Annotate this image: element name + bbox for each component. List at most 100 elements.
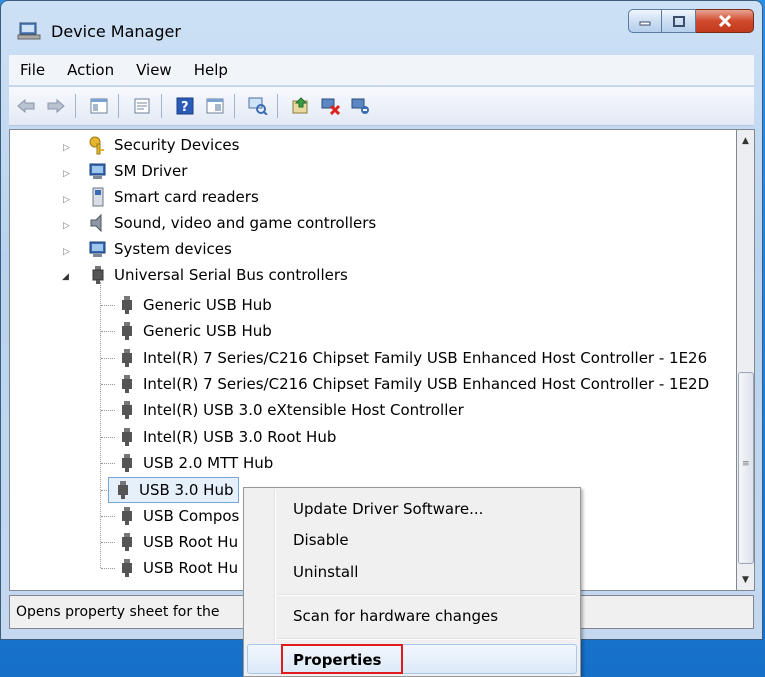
tree-item-usb-child[interactable]: USB 2.0 MTT Hub (117, 451, 273, 475)
usb-device-icon (113, 480, 133, 500)
tree-item-label: Intel(R) USB 3.0 Root Hub (143, 428, 337, 446)
properties-icon[interactable] (129, 93, 155, 119)
tree-item-security-devices[interactable]: Security Devices (88, 133, 239, 157)
tree-item-smart-card-readers[interactable]: Smart card readers (88, 185, 259, 209)
usb-device-icon (117, 532, 137, 552)
scroll-down-icon[interactable]: ▼ (737, 571, 754, 588)
show-hide-tree-icon[interactable] (86, 93, 112, 119)
scrollbar-thumb[interactable]: ≡ (738, 372, 754, 564)
tree-connector (101, 463, 115, 464)
tree-item-label: USB 3.0 Hub (139, 481, 234, 499)
menu-separator (278, 638, 576, 640)
toolbar-separator (161, 94, 162, 118)
toolbar-separator (277, 94, 278, 118)
menu-bar: File Action View Help (9, 55, 754, 85)
tree-item-label: Generic USB Hub (143, 322, 272, 340)
tree-item-sound-video[interactable]: Sound, video and game controllers (88, 211, 376, 235)
tree-item-label: Intel(R) USB 3.0 eXtensible Host Control… (143, 401, 464, 419)
tree-item-usb-child[interactable]: Intel(R) 7 Series/C216 Chipset Family US… (117, 346, 707, 370)
menu-file[interactable]: File (9, 61, 56, 79)
tree-item-label: Sound, video and game controllers (114, 214, 377, 232)
tree-item-usb-child[interactable]: Intel(R) 7 Series/C216 Chipset Family US… (117, 372, 709, 396)
back-icon[interactable] (13, 93, 39, 119)
device-manager-icon (17, 21, 41, 41)
tree-item-usb-child[interactable]: Intel(R) USB 3.0 eXtensible Host Control… (117, 398, 464, 422)
status-text: Opens property sheet for the (16, 604, 220, 620)
expand-arrow-icon[interactable]: ▷ (63, 195, 70, 205)
tree-connector (101, 305, 115, 306)
grip-icon: ≡ (742, 459, 750, 469)
tree-connector (101, 331, 115, 332)
tree-item-system-devices[interactable]: System devices (88, 237, 232, 261)
toolbar: ? (9, 86, 754, 126)
tree-item-usb-child[interactable]: Generic USB Hub (117, 293, 272, 317)
usb-device-icon (117, 558, 137, 578)
tree-item-sm-driver[interactable]: SM Driver (88, 159, 187, 183)
window-title: Device Manager (51, 22, 181, 41)
vertical-scrollbar[interactable]: ▲ ≡ ▼ (737, 129, 755, 591)
menu-action[interactable]: Action (56, 61, 125, 79)
usb-device-icon (117, 506, 137, 526)
scan-icon[interactable] (245, 93, 271, 119)
tree-item-label: USB Root Hu (143, 559, 239, 577)
tree-connector (101, 384, 115, 385)
menu-item-uninstall[interactable]: Uninstall (293, 558, 358, 586)
tree-item-label: SM Driver (114, 162, 188, 180)
tree-item-label: System devices (114, 240, 232, 258)
tree-connector (100, 282, 101, 568)
expand-arrow-icon[interactable]: ▷ (63, 221, 70, 231)
usb-device-icon (117, 348, 137, 368)
menu-view[interactable]: View (125, 61, 183, 79)
menu-item-disable[interactable]: Disable (293, 526, 349, 554)
tree-item-usb-child[interactable]: USB Root Hu (117, 530, 238, 554)
tree-item-label: Generic USB Hub (143, 296, 272, 314)
scroll-up-icon[interactable]: ▲ (737, 132, 754, 149)
expand-arrow-icon[interactable]: ▷ (63, 247, 70, 257)
tree-item-usb-child[interactable]: USB Root Hu (117, 556, 238, 580)
usb-device-icon (117, 295, 137, 315)
toolbar-separator (75, 94, 76, 118)
tree-item-label: Intel(R) 7 Series/C216 Chipset Family US… (143, 349, 708, 367)
update-driver-icon[interactable] (288, 93, 314, 119)
help-icon[interactable]: ? (172, 93, 198, 119)
tree-connector (101, 568, 115, 569)
maximize-button[interactable] (662, 9, 696, 33)
usb-device-icon (117, 453, 137, 473)
usb-icon (88, 265, 108, 285)
expand-arrow-icon[interactable]: ▷ (63, 169, 70, 179)
tree-item-usb-controllers[interactable]: Universal Serial Bus controllers (88, 263, 348, 287)
expand-arrow-icon[interactable]: ▷ (63, 143, 70, 153)
security-devices-icon (88, 135, 108, 155)
close-button[interactable] (696, 9, 754, 33)
tree-item-usb-child[interactable]: USB Compos (117, 504, 239, 528)
menu-item-scan-hardware[interactable]: Scan for hardware changes (293, 602, 498, 630)
tree-item-label: Universal Serial Bus controllers (114, 266, 348, 284)
system-devices-icon (88, 239, 108, 259)
uninstall-icon[interactable] (318, 93, 344, 119)
title-bar[interactable]: Device Manager (1, 1, 762, 53)
menu-item-update-driver[interactable]: Update Driver Software... (293, 495, 483, 523)
menu-help[interactable]: Help (183, 61, 239, 79)
minimize-button[interactable] (628, 9, 662, 33)
tree-item-usb-child[interactable]: Generic USB Hub (117, 319, 272, 343)
forward-icon[interactable] (43, 93, 69, 119)
tree-item-label: Smart card readers (114, 188, 259, 206)
tree-item-usb-child-selected[interactable]: USB 3.0 Hub (108, 477, 239, 503)
sm-driver-icon (88, 161, 108, 181)
tree-item-usb-child[interactable]: Intel(R) USB 3.0 Root Hub (117, 425, 336, 449)
usb-device-icon (117, 374, 137, 394)
tree-item-label: USB Root Hu (143, 533, 239, 551)
tree-connector (101, 358, 115, 359)
enable-icon[interactable] (348, 93, 374, 119)
tree-item-label: USB Compos (143, 507, 240, 525)
svg-text:?: ? (181, 100, 189, 115)
view-icon[interactable] (202, 93, 228, 119)
tree-connector (101, 437, 115, 438)
tree-item-label: USB 2.0 MTT Hub (143, 454, 274, 472)
properties-highlight-box (281, 644, 403, 674)
collapse-arrow-icon[interactable]: ◢ (62, 272, 69, 282)
tree-item-label: Intel(R) 7 Series/C216 Chipset Family US… (143, 375, 710, 393)
usb-device-icon (117, 400, 137, 420)
toolbar-separator (234, 94, 235, 118)
smart-card-icon (88, 187, 108, 207)
